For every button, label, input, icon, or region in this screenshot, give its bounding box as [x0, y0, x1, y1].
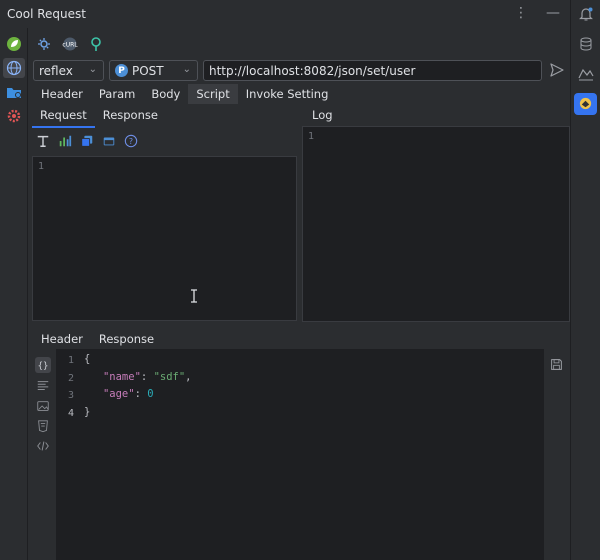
json-content: { "name": "sdf", "age": 0 }: [84, 353, 192, 418]
image-view-icon[interactable]: [36, 399, 50, 413]
format-text-icon[interactable]: [36, 134, 50, 148]
tab-header[interactable]: Header: [33, 84, 91, 104]
line-number: 1: [308, 131, 315, 142]
left-toolbar: [0, 28, 28, 560]
script-code-editor[interactable]: 1: [32, 156, 297, 321]
json-close-brace: }: [84, 405, 91, 418]
response-panel: {} 1 2 3 4 { "name": "sdf", "age": 0 }: [28, 349, 570, 560]
log-output: 1: [302, 126, 570, 322]
globe-icon[interactable]: [6, 60, 22, 76]
json-open-brace: {: [84, 353, 91, 365]
script-editor-panel: Request Response ? 1: [28, 104, 299, 322]
save-icon[interactable]: [550, 358, 563, 371]
svg-text:?: ?: [129, 137, 133, 146]
cool-request-tool-button[interactable]: [574, 93, 597, 115]
text-view-icon[interactable]: [36, 379, 50, 393]
environment-value: reflex: [39, 63, 73, 78]
request-bar: reflex ⌄ P POST ⌄ http://localhost:8082/…: [33, 60, 570, 82]
panel-splitter[interactable]: [28, 322, 570, 328]
url-input[interactable]: http://localhost:8082/json/set/user: [203, 60, 542, 81]
notification-bell-icon[interactable]: [578, 6, 594, 22]
database-icon[interactable]: [578, 36, 594, 52]
script-toolbar: ?: [36, 134, 138, 148]
tab-body[interactable]: Body: [143, 84, 188, 104]
svg-text:cURL: cURL: [62, 42, 78, 49]
right-toolbar: [570, 0, 600, 560]
method-badge-icon: P: [115, 64, 128, 77]
method-value: POST: [132, 63, 164, 78]
folder-icon[interactable]: [6, 84, 22, 100]
response-view-toolbar: {}: [34, 357, 52, 459]
text-cursor-icon: [191, 289, 197, 303]
log-panel: Log 1: [302, 104, 570, 322]
title-bar: Cool Request ⋮ —: [0, 0, 570, 28]
request-tabs: Header Param Body Script Invoke Setting: [33, 84, 336, 104]
tab-response-body[interactable]: Response: [90, 329, 163, 351]
line-number: 1: [67, 355, 74, 366]
tab-script-request[interactable]: Request: [32, 104, 95, 128]
map-icon[interactable]: [578, 66, 594, 82]
code-view-icon[interactable]: [36, 439, 50, 453]
bar-chart-icon[interactable]: [58, 134, 72, 148]
json-view-icon[interactable]: {}: [35, 357, 51, 373]
environment-select[interactable]: reflex ⌄: [33, 60, 104, 81]
line-number: 1: [38, 161, 45, 172]
chevron-down-icon: ⌄: [88, 64, 97, 75]
tab-invoke-setting[interactable]: Invoke Setting: [238, 84, 337, 104]
script-subtabs: Request Response: [32, 104, 166, 128]
log-title: Log: [312, 108, 333, 122]
chevron-down-icon: ⌄: [182, 64, 191, 75]
html-view-icon[interactable]: [36, 419, 50, 433]
response-tabs: Header Response: [33, 329, 163, 351]
tab-script-response[interactable]: Response: [95, 104, 166, 126]
settings-gear-icon[interactable]: [6, 108, 22, 124]
curl-import-icon[interactable]: cURL: [62, 36, 78, 52]
window-icon[interactable]: [102, 134, 116, 148]
spring-leaf-icon[interactable]: [6, 36, 22, 52]
svg-text:{}: {}: [38, 362, 49, 372]
line-number: 4: [67, 407, 74, 419]
main-toolbar: cURL: [28, 34, 104, 54]
line-numbers: 1 2 3 4: [60, 352, 74, 422]
minimize-icon[interactable]: —: [546, 6, 560, 20]
method-select[interactable]: P POST ⌄: [109, 60, 198, 81]
more-options-icon[interactable]: ⋮: [514, 6, 528, 20]
send-icon[interactable]: [549, 62, 565, 78]
cool-request-icon: [579, 97, 592, 110]
location-pin-icon[interactable]: [88, 36, 104, 52]
json-key-name: "name": [102, 370, 141, 383]
help-icon[interactable]: ?: [124, 134, 138, 148]
tab-response-header[interactable]: Header: [33, 329, 91, 349]
copy-icon[interactable]: [80, 134, 94, 148]
line-number: 3: [67, 390, 74, 401]
refresh-settings-icon[interactable]: [36, 36, 52, 52]
json-key-age: "age": [102, 388, 135, 400]
tab-param[interactable]: Param: [91, 84, 143, 104]
app-title: Cool Request: [7, 7, 86, 21]
response-json-viewer[interactable]: 1 2 3 4 { "name": "sdf", "age": 0 }: [56, 349, 544, 560]
json-value-age: 0: [147, 388, 154, 400]
tab-script[interactable]: Script: [188, 84, 238, 104]
line-number: 2: [67, 372, 74, 384]
script-panel: Request Response ? 1 Log 1: [28, 104, 570, 322]
json-value-name: "sdf": [153, 370, 186, 383]
